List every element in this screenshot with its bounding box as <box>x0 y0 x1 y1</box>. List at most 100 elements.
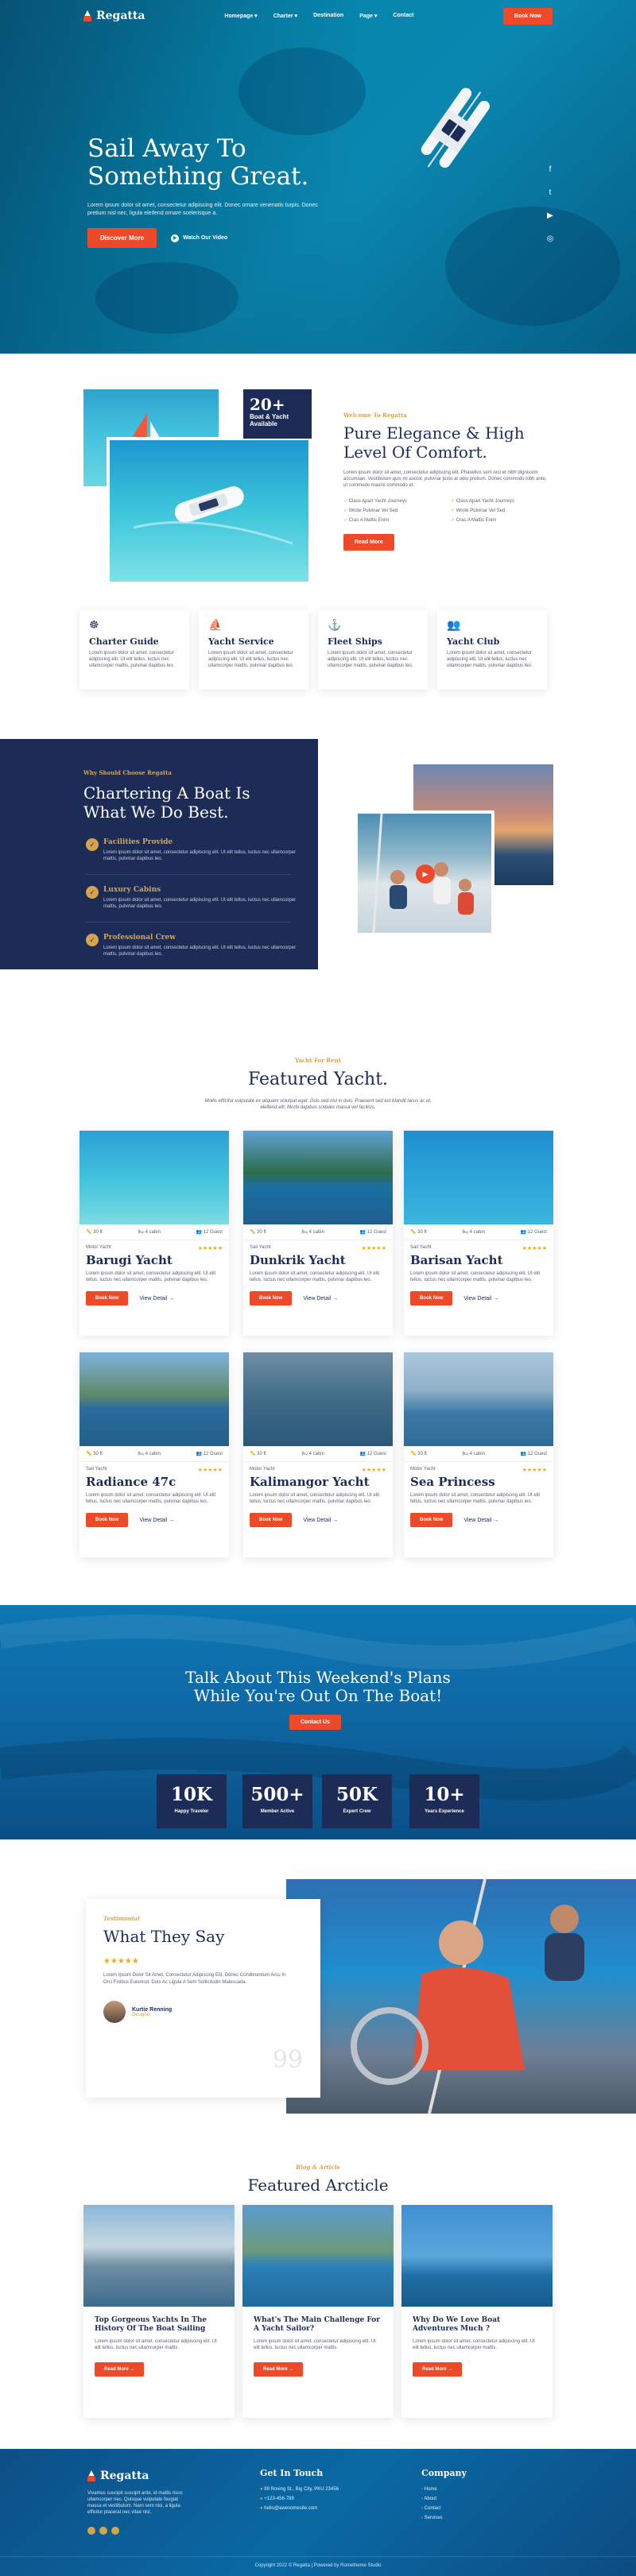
yacht-image[interactable] <box>243 1352 393 1446</box>
footer-link-home[interactable]: › Home <box>421 2485 467 2494</box>
blog-card[interactable]: What's The Main Challenge For A Yacht Sa… <box>242 2205 394 2418</box>
cta-title-line: While You're Out On The Boat! <box>193 1686 443 1705</box>
nav-item-charter[interactable]: Charter ▾ <box>273 13 297 19</box>
blog-card[interactable]: Top Gorgeous Yachts In The History Of Th… <box>83 2205 235 2418</box>
footer-link-label: Contact <box>424 2506 441 2511</box>
watch-video-link[interactable]: ▶ Watch Our Video <box>171 234 227 242</box>
author-role: Designer <box>132 2012 152 2017</box>
yacht-image[interactable] <box>80 1352 229 1446</box>
view-detail-link[interactable]: View Detail → <box>139 1518 174 1523</box>
yacht-actions: Book Now View Detail → <box>404 1505 553 1535</box>
rating-stars: ★★★★★ <box>361 1246 386 1251</box>
yacht-image[interactable] <box>80 1131 229 1224</box>
blog-image[interactable] <box>83 2205 235 2307</box>
yacht-card[interactable]: 📏 30 ft 🛏 4 cabin 👥 12 Guest Motor Yacht… <box>243 1352 393 1557</box>
arrow-right-icon: → <box>332 1517 339 1523</box>
why-item: ✓ Facilities Provide Lorem ipsum dolor s… <box>86 838 302 862</box>
instagram-icon[interactable]: ◎ <box>545 234 555 243</box>
footer-link-label: Services <box>424 2516 443 2520</box>
brand-logo[interactable]: Regatta <box>83 10 145 22</box>
book-now-button[interactable]: Book Now <box>250 1291 293 1305</box>
view-detail-link[interactable]: View Detail → <box>463 1296 498 1302</box>
contact-us-button[interactable]: Contact Us <box>289 1715 341 1730</box>
yacht-specs: 📏 30 ft 🛏 4 cabin 👥 12 Guest <box>243 1224 393 1240</box>
read-more-button[interactable]: Read More → <box>95 2362 145 2377</box>
book-now-button[interactable]: Book Now <box>502 7 553 25</box>
feature-card-yacht-club[interactable]: 👥 Yacht Club Lorem ipsum dolor sit amet,… <box>437 610 547 690</box>
blog-post-excerpt: Lorem ipsum dolor sit amet, consectetur … <box>254 2339 376 2350</box>
yacht-image[interactable] <box>243 1131 393 1224</box>
book-now-button[interactable]: Book Now <box>250 1513 293 1527</box>
nav-item-page[interactable]: Page ▾ <box>359 13 377 19</box>
view-detail-label: View Detail <box>463 1517 492 1523</box>
nav-item-homepage[interactable]: Homepage ▾ <box>224 13 257 19</box>
yacht-image[interactable] <box>404 1352 553 1446</box>
view-detail-link[interactable]: View Detail → <box>303 1296 338 1302</box>
twitter-icon[interactable]: t <box>545 188 555 197</box>
spec-cabins-value: 4 cabin <box>145 1452 161 1456</box>
blog-post-title[interactable]: Why Do We Love Boat Adventures Much ? <box>401 2307 553 2338</box>
phone-item[interactable]: ● +123-456-789 <box>260 2494 339 2504</box>
nav-item-contact[interactable]: Contact <box>393 13 413 19</box>
facebook-icon[interactable]: f <box>545 165 555 174</box>
yacht-name[interactable]: Kalimangor Yacht <box>243 1473 393 1492</box>
avatar <box>103 2001 126 2023</box>
book-now-button[interactable]: Book Now <box>86 1513 129 1527</box>
bed-icon: 🛏 <box>462 1452 468 1456</box>
play-video-icon[interactable]: ▶ <box>416 864 435 884</box>
footer-logo[interactable]: Regatta <box>87 2470 149 2482</box>
youtube-icon[interactable]: ▶ <box>545 211 555 220</box>
book-now-button[interactable]: Book Now <box>86 1291 129 1305</box>
book-now-button[interactable]: Book Now <box>410 1513 453 1527</box>
read-more-button[interactable]: Read More → <box>413 2362 463 2377</box>
blog-post-title[interactable]: Top Gorgeous Yachts In The History Of Th… <box>83 2307 235 2338</box>
testimonial-eyebrow: Testimonial <box>103 1915 140 1922</box>
yacht-name[interactable]: Sea Princess <box>404 1473 553 1492</box>
yacht-type: Motor Yacht <box>250 1467 275 1472</box>
rating-stars: ★★★★★ <box>361 1468 386 1473</box>
read-more-button[interactable]: Read More <box>343 534 394 551</box>
view-detail-link[interactable]: View Detail → <box>463 1518 498 1523</box>
view-detail-link[interactable]: View Detail → <box>139 1296 174 1302</box>
feature-card-charter-guide[interactable]: ☸ Charter Guide Lorem ipsum dolor sit am… <box>80 610 189 690</box>
yacht-card[interactable]: 📏 30 ft 🛏 4 cabin 👥 12 Guest Motor Yacht… <box>80 1131 229 1336</box>
feature-card-fleet-ships[interactable]: ⚓ Fleet Ships Lorem ipsum dolor sit amet… <box>318 610 428 690</box>
spec-length: 📏 30 ft <box>250 1229 266 1235</box>
blog-image[interactable] <box>242 2205 394 2307</box>
facebook-icon[interactable] <box>87 2527 95 2535</box>
feature-card-yacht-service[interactable]: ⛵ Yacht Service Lorem ipsum dolor sit am… <box>199 610 308 690</box>
yacht-card[interactable]: 📏 30 ft 🛏 4 cabin 👥 12 Guest Sail Yacht … <box>243 1131 393 1336</box>
email-item[interactable]: ● hello@awesomesite.com <box>260 2504 339 2513</box>
yacht-name[interactable]: Barugi Yacht <box>80 1251 229 1271</box>
yacht-name[interactable]: Radiance 47c <box>80 1473 229 1492</box>
yacht-card[interactable]: 📏 30 ft 🛏 4 cabin 👥 12 Guest Sail Yacht … <box>404 1131 553 1336</box>
yacht-card[interactable]: 📏 30 ft 🛏 4 cabin 👥 12 Guest Sail Yacht … <box>80 1352 229 1557</box>
footer-company: Company › Home › About › Contact › Servi… <box>421 2468 467 2523</box>
yacht-card[interactable]: 📏 30 ft 🛏 4 cabin 👥 12 Guest Motor Yacht… <box>404 1352 553 1557</box>
view-detail-link[interactable]: View Detail → <box>303 1518 338 1523</box>
nav-item-destination[interactable]: Destination <box>313 13 343 19</box>
badge-number: 20+ <box>250 395 285 414</box>
footer-link-contact[interactable]: › Contact <box>421 2504 467 2513</box>
about-title-line: Pure Elegance & High <box>343 424 525 443</box>
stat-card: 500+ Member Active <box>242 1774 312 1828</box>
blog-post-title[interactable]: What's The Main Challenge For A Yacht Sa… <box>242 2307 394 2338</box>
discover-more-button[interactable]: Discover More <box>87 228 157 248</box>
footer-link-about[interactable]: › About <box>421 2494 467 2504</box>
book-now-button[interactable]: Book Now <box>410 1291 453 1305</box>
youtube-icon[interactable] <box>111 2527 119 2535</box>
yacht-name[interactable]: Barisan Yacht <box>404 1251 553 1271</box>
featured-eyebrow: Yacht For Rent <box>295 1057 341 1064</box>
featured-subtitle: Mollis efficitur vulputate ex aliquam vo… <box>204 1099 432 1110</box>
read-more-button[interactable]: Read More → <box>254 2362 304 2377</box>
yacht-image[interactable] <box>404 1131 553 1224</box>
twitter-icon[interactable] <box>99 2527 107 2535</box>
blog-image[interactable] <box>401 2205 553 2307</box>
footer-link-services[interactable]: › Services <box>421 2513 467 2523</box>
why-item-title: Professional Crew <box>103 934 176 942</box>
yacht-name[interactable]: Dunkrik Yacht <box>243 1251 393 1271</box>
address-item: ● 99 Roving St., Big City, PKU 23456 <box>260 2485 339 2494</box>
spec-guests: 👥 12 Guest <box>196 1229 223 1235</box>
check-circle-icon: ✓ <box>86 886 99 899</box>
blog-card[interactable]: Why Do We Love Boat Adventures Much ? Lo… <box>401 2205 553 2418</box>
